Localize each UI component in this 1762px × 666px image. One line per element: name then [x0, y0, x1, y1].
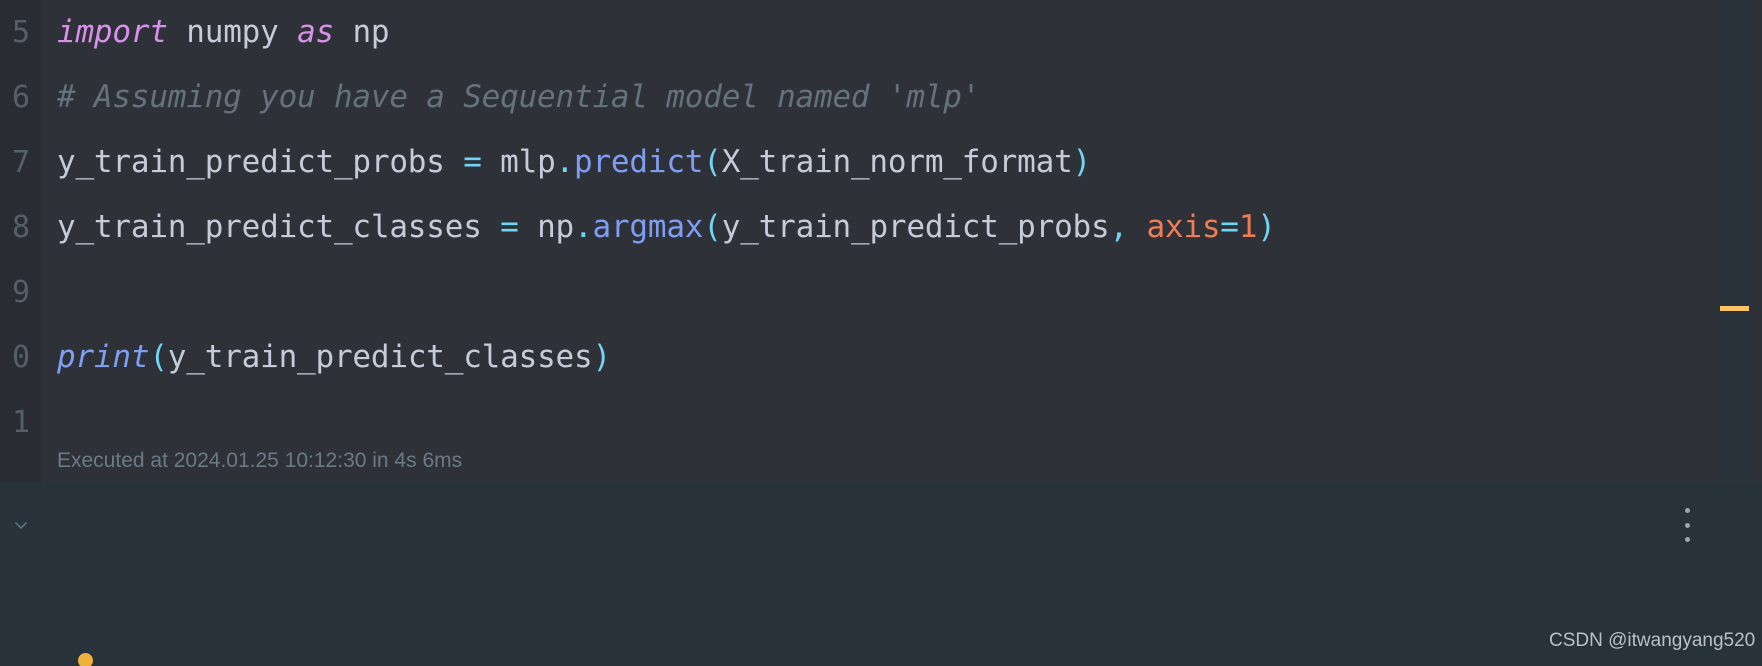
code-token: # Assuming you have a Sequential model n… [57, 79, 981, 115]
code-text-area[interactable]: import numpy as np # Assuming you have a… [41, 0, 1762, 482]
cell-output-area: 1875/1875 [=============================… [0, 482, 1762, 666]
code-line[interactable] [41, 390, 1762, 455]
dot [1684, 508, 1690, 513]
dot [1684, 522, 1690, 528]
code-token: ) [592, 339, 611, 375]
code-token: ) [1072, 144, 1092, 180]
code-token: numpy [186, 14, 279, 50]
line-number: 1 [11, 405, 30, 440]
code-token: = [1220, 209, 1239, 245]
line-number: 0 [11, 340, 30, 375]
code-token: y_train_predict_classes [167, 339, 593, 375]
code-token: 1 [1238, 209, 1258, 245]
code-line[interactable]: y_train_predict_classes = np.argmax(y_tr… [41, 195, 1762, 260]
line-number: 7 [11, 145, 30, 180]
code-token: y_train_predict_probs [721, 209, 1110, 245]
code-token: as [297, 14, 334, 50]
line-number: 5 [11, 15, 30, 50]
code-token: np [518, 209, 575, 245]
code-token: mlp [481, 144, 556, 180]
code-token: ( [703, 209, 722, 245]
code-token: print [57, 339, 150, 375]
code-token: argmax [592, 209, 704, 245]
code-line[interactable] [41, 260, 1762, 325]
code-token: import [57, 14, 168, 50]
line-number: 6 [11, 80, 30, 115]
code-line[interactable]: import numpy as np [41, 0, 1762, 65]
watermark-text: CSDN @itwangyang520 [1549, 630, 1756, 651]
code-token: ) [1257, 209, 1276, 245]
ide-notebook-window: 5 6 7 8 9 0 1 import numpy as np # Assum… [0, 0, 1762, 666]
code-token: ( [149, 339, 168, 375]
vertical-scrollbar[interactable] [1746, 0, 1762, 666]
code-token: ( [703, 144, 722, 180]
code-token: X_train_norm_format [721, 144, 1073, 180]
code-cell-editor[interactable]: 5 6 7 8 9 0 1 import numpy as np # Assum… [0, 0, 1762, 482]
chevron-down-icon[interactable] [0, 505, 41, 545]
code-token: = [500, 209, 519, 245]
code-line[interactable]: y_train_predict_probs = mlp.predict(X_tr… [41, 130, 1762, 195]
dot [1684, 537, 1690, 542]
code-token: = [463, 144, 482, 180]
line-number: 9 [11, 275, 30, 310]
code-token: . [574, 209, 593, 245]
more-vertical-icon[interactable] [1677, 508, 1697, 542]
code-token: , [1109, 209, 1129, 245]
code-token: np [352, 14, 390, 50]
code-token: y_train_predict_classes [57, 209, 501, 245]
code-line[interactable]: # Assuming you have a Sequential model n… [41, 65, 1762, 130]
code-token: axis [1146, 209, 1221, 245]
code-line[interactable]: print(y_train_predict_classes) [41, 325, 1762, 390]
warning-marker[interactable] [1720, 306, 1749, 311]
status-badge [78, 653, 93, 666]
line-number-gutter: 5 6 7 8 9 0 1 [0, 0, 41, 482]
execution-status-text: Executed at 2024.01.25 10:12:30 in 4s 6m… [57, 449, 463, 472]
code-token: . [555, 144, 575, 180]
code-token: y_train_predict_probs [57, 144, 464, 180]
code-token: predict [574, 144, 704, 180]
line-number: 8 [11, 210, 30, 245]
